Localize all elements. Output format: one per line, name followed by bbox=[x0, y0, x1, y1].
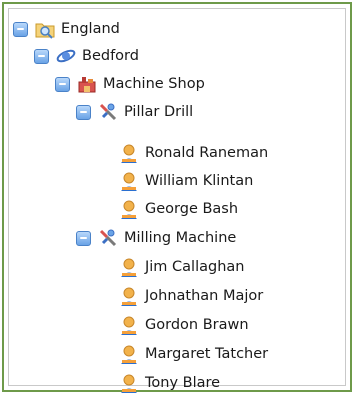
tools-icon bbox=[97, 227, 119, 249]
person-icon bbox=[118, 314, 140, 336]
tree-node-label: England bbox=[61, 21, 120, 37]
tree-node-label: Gordon Brawn bbox=[145, 317, 249, 333]
tree-node-label: Tony Blare bbox=[145, 375, 221, 391]
tree-node-person[interactable]: Johnathan Major bbox=[118, 282, 263, 310]
collapse-icon[interactable] bbox=[76, 230, 91, 246]
tree-node-england[interactable]: England bbox=[13, 15, 120, 43]
tree-node-machine-shop[interactable]: Machine Shop bbox=[55, 70, 205, 98]
tree-node-label: George Bash bbox=[145, 201, 239, 217]
tree-node-label: Margaret Tatcher bbox=[145, 346, 269, 362]
tree-node-label: Ronald Raneman bbox=[145, 145, 269, 161]
person-icon bbox=[118, 343, 140, 365]
folder-search-icon bbox=[34, 18, 56, 40]
tree-node-person[interactable]: Tony Blare bbox=[118, 369, 220, 397]
workshop-icon bbox=[76, 73, 98, 95]
tree-node-label: Johnathan Major bbox=[145, 288, 264, 304]
collapse-icon[interactable] bbox=[55, 76, 70, 92]
tools-icon bbox=[97, 101, 119, 123]
tree-node-label: Jim Callaghan bbox=[145, 259, 245, 275]
tree-node-person[interactable]: Ronald Raneman bbox=[118, 139, 268, 167]
tree-node-person[interactable]: Gordon Brawn bbox=[118, 311, 249, 339]
tree-node-label: Pillar Drill bbox=[124, 104, 194, 120]
tree-node-person[interactable]: Margaret Tatcher bbox=[118, 340, 268, 368]
collapse-icon[interactable] bbox=[34, 48, 49, 64]
person-icon bbox=[118, 198, 140, 220]
person-icon bbox=[118, 142, 140, 164]
person-icon bbox=[118, 372, 140, 394]
tree-node-milling-machine[interactable]: Milling Machine bbox=[76, 224, 236, 252]
tree-node-label: Machine Shop bbox=[103, 76, 205, 92]
collapse-icon[interactable] bbox=[76, 104, 91, 120]
tree-frame: England Bedford Machine Shop Pillar Dril… bbox=[2, 2, 352, 393]
person-icon bbox=[118, 285, 140, 307]
tree-node-person[interactable]: William Klintan bbox=[118, 167, 253, 195]
tree-node-pillar-drill[interactable]: Pillar Drill bbox=[76, 98, 193, 126]
collapse-icon[interactable] bbox=[13, 21, 28, 37]
earth-satellite-icon bbox=[55, 45, 77, 67]
person-icon bbox=[118, 170, 140, 192]
tree-view: England Bedford Machine Shop Pillar Dril… bbox=[8, 8, 346, 393]
tree-node-label: Bedford bbox=[82, 48, 139, 64]
tree-node-person[interactable]: George Bash bbox=[118, 195, 238, 223]
tree-node-label: William Klintan bbox=[145, 173, 254, 189]
tree-node-label: Milling Machine bbox=[124, 230, 237, 246]
tree-node-bedford[interactable]: Bedford bbox=[34, 42, 139, 70]
person-icon bbox=[118, 256, 140, 278]
tree-node-person[interactable]: Jim Callaghan bbox=[118, 253, 244, 281]
